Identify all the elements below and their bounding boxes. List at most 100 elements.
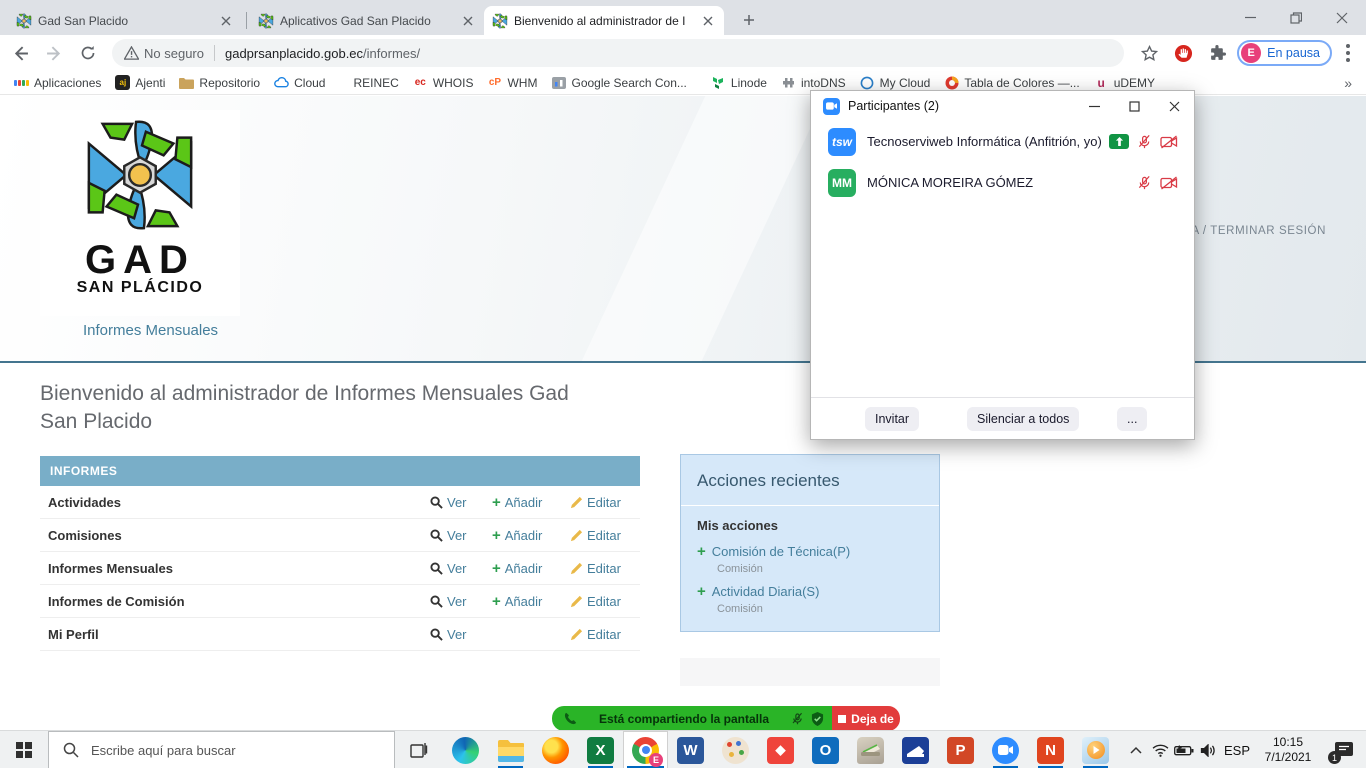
taskbar-firefox-icon[interactable] [533,731,578,768]
taskbar-clock[interactable]: 10:157/1/2021 [1254,735,1322,765]
participant-row[interactable]: MM MÓNICA MOREIRA GÓMEZ [811,162,1194,203]
security-indicator[interactable]: No seguro [124,46,204,61]
tab-aplicativos[interactable]: Aplicativos Gad San Placido [250,6,484,35]
wifi-icon[interactable] [1148,731,1172,768]
bookmark-tabla-colores[interactable]: Tabla de Colores —... [944,75,1079,90]
recent-action-link[interactable]: Comisión de Técnica(P) [712,544,850,559]
anadir-link[interactable]: +Añadir [492,560,570,577]
zoom-panel-footer: Invitar Silenciar a todos ... [811,397,1194,439]
row-label[interactable]: Comisiones [40,528,430,543]
bookmark-reinec[interactable]: REINEC [353,76,398,90]
tab-gad-san-placido[interactable]: Gad San Placido [8,6,242,35]
bookmark-my-cloud[interactable]: My Cloud [860,75,931,90]
zoom-maximize-button[interactable] [1114,91,1154,121]
editar-link[interactable]: Editar [570,495,640,510]
taskbar-paint-icon[interactable] [713,731,758,768]
ver-link[interactable]: Ver [430,594,492,609]
bookmarks-overflow-button[interactable]: » [1344,75,1352,91]
plus-icon: + [492,560,501,577]
back-button[interactable] [6,39,34,67]
reload-button[interactable] [74,39,102,67]
editar-link[interactable]: Editar [570,561,640,576]
anadir-link[interactable]: +Añadir [492,593,570,610]
bookmark-aplicaciones[interactable]: Aplicaciones [14,75,101,90]
taskbar-anydesk-icon[interactable]: ◆ [758,731,803,768]
row-label[interactable]: Mi Perfil [40,627,430,642]
taskbar-search-input[interactable]: Escribe aquí para buscar [48,731,395,768]
taskbar-file-explorer-icon[interactable] [488,731,533,768]
bookmark-whm[interactable]: cPWHM [487,75,537,90]
participant-row[interactable]: tsw Tecnoserviweb Informática (Anfitrión… [811,121,1194,162]
bookmark-whois[interactable]: ecWHOIS [413,75,474,90]
tab-close-icon[interactable] [460,13,476,29]
browser-tab-strip: Gad San Placido Aplicativos Gad San Plac… [0,0,1366,35]
language-indicator[interactable]: ESP [1220,743,1254,758]
mute-all-button[interactable]: Silenciar a todos [967,407,1079,431]
anadir-link[interactable]: +Añadir [492,494,570,511]
taskbar-edge-icon[interactable] [443,731,488,768]
bookmark-cloud[interactable]: Cloud [274,75,325,90]
profile-avatar: E [1241,43,1261,63]
taskbar-nitro-pdf-icon[interactable]: N [1028,731,1073,768]
zoom-minimize-button[interactable] [1074,91,1114,121]
taskbar-scanner-icon[interactable] [848,731,893,768]
chrome-menu-button[interactable] [1346,51,1350,55]
forward-button[interactable] [40,39,68,67]
bookmark-udemy[interactable]: uuDEMY [1094,75,1155,90]
recent-action-link[interactable]: Actividad Diaria(S) [712,584,820,599]
window-close-button[interactable] [1319,0,1365,35]
ver-link[interactable]: Ver [430,561,492,576]
taskbar-excel-icon[interactable]: X [578,731,623,768]
bookmark-repositorio[interactable]: Repositorio [179,75,260,90]
battery-icon[interactable] [1172,731,1196,768]
new-tab-button[interactable] [737,8,761,32]
editar-link[interactable]: Editar [570,594,640,609]
site-home-link[interactable]: Informes Mensuales [83,322,218,339]
taskbar-epson-scan-icon[interactable] [893,731,938,768]
time: 10:15 [1273,735,1303,749]
action-center-button[interactable]: 1 [1322,731,1366,768]
bookmark-linode[interactable]: Linode [711,75,767,90]
ver-link[interactable]: Ver [430,627,492,642]
volume-icon[interactable] [1196,731,1220,768]
search-placeholder: Escribe aquí para buscar [91,743,236,758]
invite-button[interactable]: Invitar [865,407,919,431]
zoom-window-titlebar[interactable]: Participantes (2) [811,91,1194,121]
bookmark-search-console[interactable]: Google Search Con... [551,75,686,90]
adblock-extension-button[interactable] [1169,39,1197,67]
bookmark-ajenti[interactable]: ajAjenti [115,75,165,90]
tray-expand-chevron-icon[interactable] [1124,731,1148,768]
stop-sharing-button[interactable]: Deja de [832,706,900,731]
row-label[interactable]: Informes Mensuales [40,561,430,576]
taskbar-zoom-icon[interactable] [983,731,1028,768]
zoom-participants-window[interactable]: Participantes (2) tsw Tecnoserviweb Info… [810,90,1195,440]
zoom-close-button[interactable] [1154,91,1194,121]
tab-close-icon[interactable] [700,13,716,29]
tab-close-icon[interactable] [218,13,234,29]
reload-icon [80,45,96,61]
row-label[interactable]: Actividades [40,495,430,510]
row-label[interactable]: Informes de Comisión [40,594,430,609]
start-button[interactable] [0,731,48,768]
ver-link[interactable]: Ver [430,528,492,543]
window-restore-button[interactable] [1273,0,1319,35]
window-minimize-button[interactable] [1227,0,1273,35]
table-caption[interactable]: INFORMES [40,456,640,486]
taskbar-outlook-icon[interactable]: O [803,731,848,768]
editar-link[interactable]: Editar [570,528,640,543]
profile-button[interactable]: E En pausa [1237,40,1332,66]
more-options-button[interactable]: ... [1117,407,1147,431]
address-bar[interactable]: No seguro gadprsanplacido.gob.ec/informe… [112,39,1124,67]
bookmark-intodns[interactable]: intoDNS [781,75,846,90]
taskbar-chrome-icon[interactable]: E [623,731,668,768]
bookmark-star-button[interactable] [1135,39,1163,67]
anadir-link[interactable]: +Añadir [492,527,570,544]
ver-link[interactable]: Ver [430,495,492,510]
tab-bienvenido-active[interactable]: Bienvenido al administrador de I [484,6,724,35]
taskbar-word-icon[interactable]: W [668,731,713,768]
taskbar-media-player-icon[interactable] [1073,731,1118,768]
task-view-button[interactable] [398,731,440,768]
extensions-button[interactable] [1203,39,1231,67]
taskbar-powerpoint-icon[interactable]: P [938,731,983,768]
editar-link[interactable]: Editar [570,627,640,642]
